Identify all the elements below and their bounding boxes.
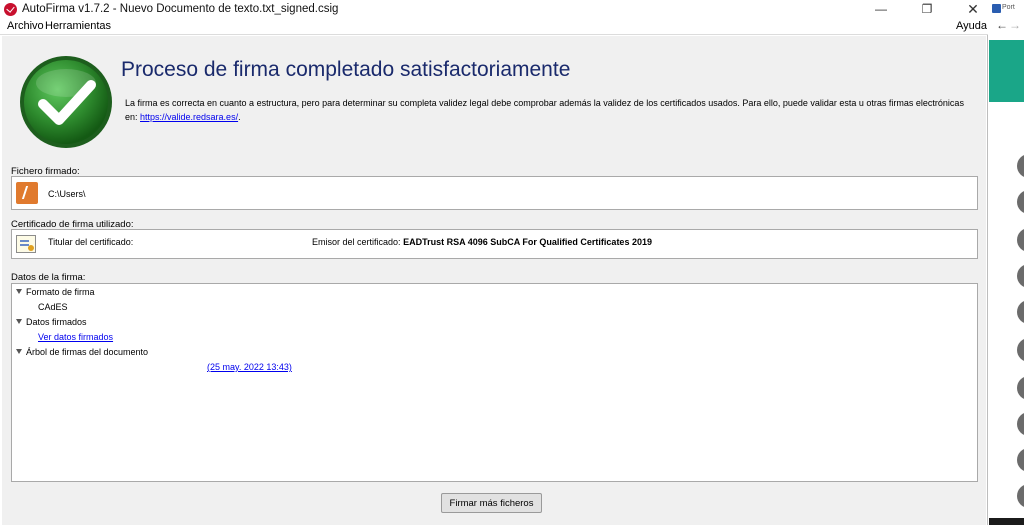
avatar[interactable]	[1017, 376, 1024, 400]
taskbar-edge	[989, 518, 1024, 525]
main-content: Proceso de firma completado satisfactori…	[2, 36, 986, 525]
expand-triangle-icon[interactable]	[16, 349, 22, 354]
window-title: AutoFirma v1.7.2 - Nuevo Documento de te…	[22, 3, 339, 15]
result-info: La firma es correcta en cuanto a estruct…	[125, 96, 970, 124]
tree-node-signed-data[interactable]: Datos firmados	[26, 317, 87, 327]
avatar[interactable]	[1017, 264, 1024, 288]
sign-more-files-button[interactable]: Firmar más ficheros	[441, 493, 542, 513]
menu-archivo[interactable]: Archivo	[7, 20, 44, 32]
background-browser-window: Port ← →	[989, 0, 1024, 525]
autofirma-app-icon	[4, 3, 17, 16]
tree-node-format[interactable]: Formato de firma	[26, 287, 95, 297]
minimize-button[interactable]: —	[858, 0, 904, 19]
page-banner	[989, 40, 1024, 102]
avatar[interactable]	[1017, 228, 1024, 252]
signature-entry-link[interactable]: (25 may. 2022 13:43)	[207, 362, 292, 372]
certificate-holder-label: Titular del certificado:	[48, 237, 134, 247]
avatar[interactable]	[1017, 412, 1024, 436]
result-headline: Proceso de firma completado satisfactori…	[121, 58, 571, 81]
avatar[interactable]	[1017, 448, 1024, 472]
certificate-issuer-label: Emisor del certificado:	[312, 237, 401, 247]
expand-triangle-icon[interactable]	[16, 319, 22, 324]
autofirma-window: AutoFirma v1.7.2 - Nuevo Documento de te…	[0, 0, 988, 525]
certificate-issuer: Emisor del certificado: EADTrust RSA 409…	[312, 237, 652, 247]
avatar[interactable]	[1017, 190, 1024, 214]
valide-link[interactable]: https://valide.redsara.es/	[140, 112, 238, 122]
signed-file-panel: C:\Users\	[11, 176, 978, 210]
title-bar[interactable]: AutoFirma v1.7.2 - Nuevo Documento de te…	[0, 0, 988, 19]
back-arrow-icon[interactable]: ←	[996, 18, 1008, 32]
maximize-button[interactable]: ❐	[904, 0, 950, 19]
certificate-panel: Titular del certificado: Emisor del cert…	[11, 229, 978, 259]
signature-data-label: Datos de la firma:	[11, 272, 86, 283]
avatar[interactable]	[1017, 338, 1024, 362]
tree-value-format: CAdES	[38, 302, 68, 312]
forward-arrow-icon[interactable]: →	[1009, 18, 1021, 32]
browser-tab-label[interactable]: Port	[1002, 4, 1015, 11]
tree-node-signature-tree[interactable]: Árbol de firmas del documento	[26, 347, 148, 357]
info-text: La firma es correcta en cuanto a estruct…	[125, 98, 964, 122]
view-signed-data-link[interactable]: Ver datos firmados	[38, 332, 113, 342]
info-suffix: .	[238, 112, 241, 122]
certificate-issuer-value: EADTrust RSA 4096 SubCA For Qualified Ce…	[403, 237, 652, 247]
certificate-icon	[16, 235, 36, 253]
signed-file-path[interactable]: C:\Users\	[48, 189, 86, 199]
tab-favicon-icon	[992, 4, 1001, 13]
autofirma-file-icon	[16, 182, 38, 204]
avatar[interactable]	[1017, 154, 1024, 178]
avatar[interactable]	[1017, 484, 1024, 508]
menu-ayuda[interactable]: Ayuda	[956, 20, 987, 32]
avatar[interactable]	[1017, 300, 1024, 324]
check-circle-icon	[20, 56, 112, 148]
expand-triangle-icon[interactable]	[16, 289, 22, 294]
menu-herramientas[interactable]: Herramientas	[45, 20, 111, 32]
menu-bar: Archivo Herramientas Ayuda	[0, 19, 988, 35]
signature-data-tree: Formato de firma CAdES Datos firmados Ve…	[11, 283, 978, 482]
